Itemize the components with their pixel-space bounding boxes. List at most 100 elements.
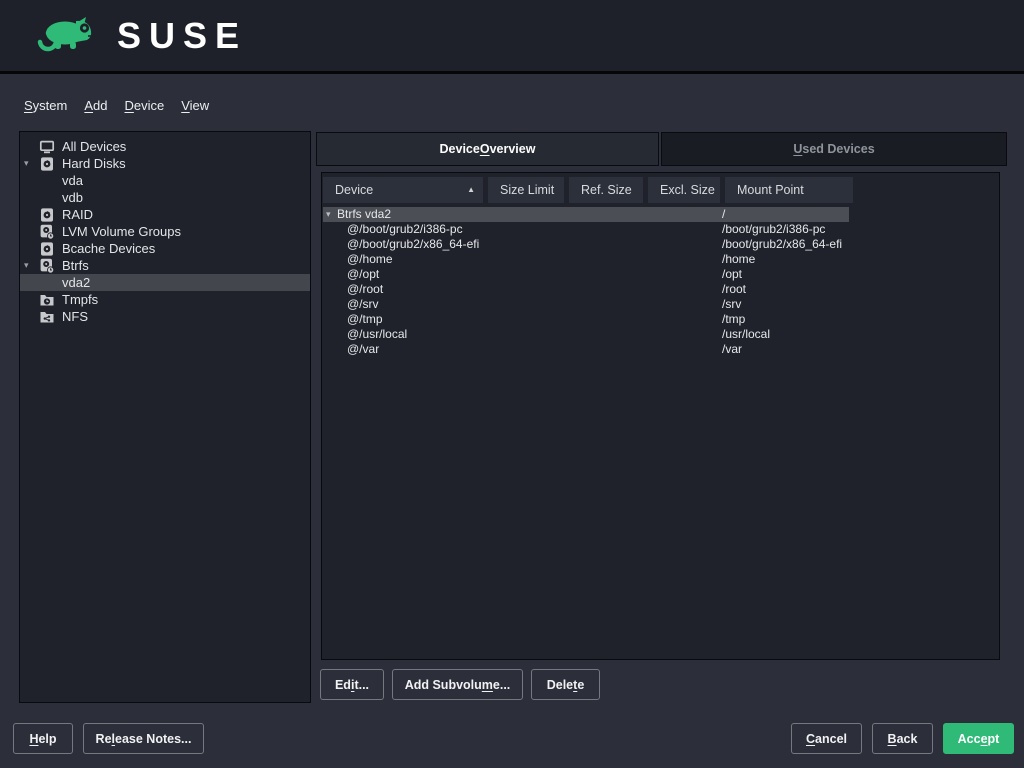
- edit-button[interactable]: Edit...: [320, 669, 384, 700]
- sidebar-item-bcache-devices[interactable]: Bcache Devices: [20, 240, 310, 257]
- column-header-label: Mount Point: [737, 183, 804, 197]
- sidebar-item-lvm-volume-groups[interactable]: LVM Volume Groups: [20, 223, 310, 240]
- disk-icon: [39, 241, 55, 257]
- expander-icon[interactable]: ▾: [326, 207, 331, 222]
- column-header-label: Excl. Size: [660, 183, 715, 197]
- tree-item-label: vdb: [62, 190, 83, 205]
- mount-point-cell: /: [722, 207, 725, 222]
- menu-view[interactable]: View: [181, 98, 209, 113]
- sidebar-item-tmpfs[interactable]: Tmpfs: [20, 291, 310, 308]
- table-row[interactable]: @/tmp/tmp: [322, 312, 999, 327]
- sidebar-item-vdb[interactable]: vdb: [20, 189, 310, 206]
- back-button[interactable]: Back: [872, 723, 933, 754]
- mount-point-cell: /boot/grub2/i386-pc: [722, 222, 825, 237]
- table-row[interactable]: @/boot/grub2/i386-pc/boot/grub2/i386-pc: [322, 222, 999, 237]
- suse-chameleon-icon: [28, 10, 104, 61]
- tree-item-label: Bcache Devices: [62, 241, 155, 256]
- mount-point-cell: /root: [722, 282, 746, 297]
- disk-clock-icon: [39, 258, 55, 274]
- menu-bar: System Add Device View: [24, 98, 209, 113]
- device-cell: @/srv: [347, 297, 379, 312]
- table-row[interactable]: @/srv/srv: [322, 297, 999, 312]
- device-cell: @/boot/grub2/i386-pc: [347, 222, 463, 237]
- column-header-ref-size[interactable]: Ref. Size: [569, 177, 643, 203]
- folder-clock-icon: [39, 292, 55, 308]
- sidebar-item-raid[interactable]: RAID: [20, 206, 310, 223]
- disk-icon: [39, 156, 55, 172]
- suse-wordmark: SUSE: [117, 15, 247, 57]
- device-cell: @/var: [347, 342, 379, 357]
- computer-icon: [39, 139, 55, 155]
- delete-button[interactable]: Delete: [531, 669, 600, 700]
- column-header-device[interactable]: Device ▲: [323, 177, 483, 203]
- tree-item-label: vda2: [62, 275, 90, 290]
- disk-icon: [39, 207, 55, 223]
- table-row[interactable]: @/opt/opt: [322, 267, 999, 282]
- mount-point-cell: /var: [722, 342, 742, 357]
- device-cell: @/tmp: [347, 312, 383, 327]
- mount-point-cell: /opt: [722, 267, 742, 282]
- device-cell: @/boot/grub2/x86_64-efi: [347, 237, 479, 252]
- tree-item-label: NFS: [62, 309, 88, 324]
- help-button[interactable]: Help: [13, 723, 73, 754]
- folder-share-icon: [39, 309, 55, 325]
- tree-item-label: Tmpfs: [62, 292, 98, 307]
- table-row[interactable]: @/root/root: [322, 282, 999, 297]
- tree-item-label: RAID: [62, 207, 93, 222]
- footer-right-buttons: Cancel Back Accept: [791, 723, 1014, 754]
- device-cell: @/usr/local: [347, 327, 407, 342]
- footer-left-buttons: Help Release Notes...: [13, 723, 204, 754]
- tab-used-devices[interactable]: Used Devices: [661, 132, 1007, 166]
- device-cell: Btrfs vda2: [337, 207, 391, 222]
- mount-point-cell: /tmp: [722, 312, 745, 327]
- expander-icon[interactable]: ▾: [24, 158, 39, 169]
- table-header-row: Device ▲ Size Limit Ref. Size Excl. Size Moun…: [323, 177, 853, 203]
- sidebar-item-btrfs[interactable]: ▾ Btrfs: [20, 257, 310, 274]
- sidebar-item-all-devices[interactable]: All Devices: [20, 138, 310, 155]
- table-row[interactable]: @/home/home: [322, 252, 999, 267]
- sort-ascending-icon: ▲: [467, 186, 475, 194]
- tree-item-label: Hard Disks: [62, 156, 126, 171]
- table-body: ▾Btrfs vda2/@/boot/grub2/i386-pc/boot/gr…: [322, 207, 999, 357]
- device-cell: @/root: [347, 282, 383, 297]
- expander-icon[interactable]: ▾: [24, 260, 39, 271]
- menu-system[interactable]: System: [24, 98, 67, 113]
- sidebar-item-vda2[interactable]: vda2: [20, 274, 310, 291]
- table-row[interactable]: ▾ Btrfs vda2 /: [322, 207, 999, 222]
- mount-point-cell: /usr/local: [722, 327, 770, 342]
- sidebar-item-vda[interactable]: vda: [20, 172, 310, 189]
- app-header: SUSE: [0, 0, 1024, 74]
- tree-item-label: LVM Volume Groups: [62, 224, 181, 239]
- tree-item-label: vda: [62, 173, 83, 188]
- disk-clock-icon: [39, 224, 55, 240]
- accept-button[interactable]: Accept: [943, 723, 1014, 754]
- column-header-label: Size Limit: [500, 183, 554, 197]
- device-cell: @/opt: [347, 267, 379, 282]
- mount-point-cell: /boot/grub2/x86_64-efi: [722, 237, 842, 252]
- sidebar-item-nfs[interactable]: NFS: [20, 308, 310, 325]
- cancel-button[interactable]: Cancel: [791, 723, 862, 754]
- tab-device-overview[interactable]: Device Overview: [316, 132, 659, 166]
- release-notes-button[interactable]: Release Notes...: [83, 723, 204, 754]
- add-subvolume-button[interactable]: Add Subvolume...: [392, 669, 523, 700]
- column-header-excl-size[interactable]: Excl. Size: [648, 177, 720, 203]
- column-header-label: Ref. Size: [581, 183, 632, 197]
- device-table-panel: Device ▲ Size Limit Ref. Size Excl. Size Moun…: [321, 172, 1000, 660]
- column-header-label: Device: [335, 183, 373, 197]
- table-row[interactable]: @/var/var: [322, 342, 999, 357]
- suse-logo: SUSE: [28, 10, 247, 61]
- column-header-mount-point[interactable]: Mount Point: [725, 177, 853, 203]
- device-cell: @/home: [347, 252, 393, 267]
- subvolume-action-buttons: Edit... Add Subvolume... Delete: [320, 669, 600, 700]
- mount-point-cell: /home: [722, 252, 755, 267]
- sidebar-item-hard-disks[interactable]: ▾ Hard Disks: [20, 155, 310, 172]
- expert-partitioner-window: SUSE System Add Device View All Devices ▾ Har…: [0, 0, 1024, 768]
- tab-bar: Device OverviewUsed Devices: [316, 132, 1007, 166]
- tree-item-label: All Devices: [62, 139, 126, 154]
- column-header-size-limit[interactable]: Size Limit: [488, 177, 564, 203]
- menu-add[interactable]: Add: [84, 98, 107, 113]
- tree-item-label: Btrfs: [62, 258, 89, 273]
- menu-device[interactable]: Device: [124, 98, 164, 113]
- table-row[interactable]: @/boot/grub2/x86_64-efi/boot/grub2/x86_6…: [322, 237, 999, 252]
- table-row[interactable]: @/usr/local/usr/local: [322, 327, 999, 342]
